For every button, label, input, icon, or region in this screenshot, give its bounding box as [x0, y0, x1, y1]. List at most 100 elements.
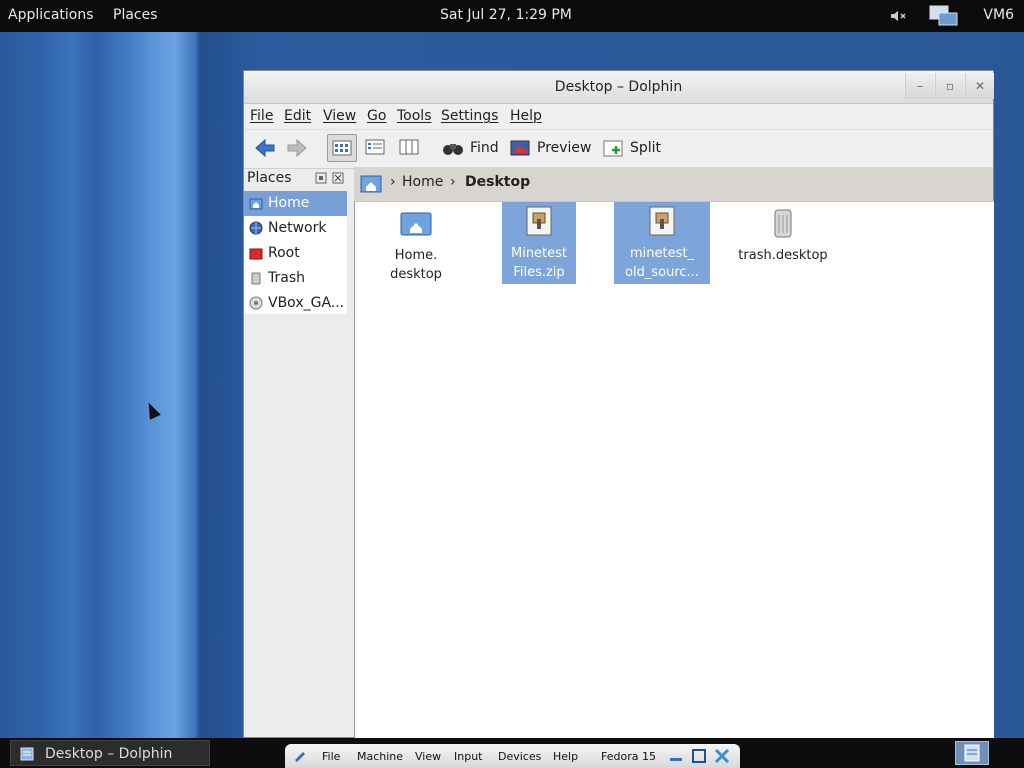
home-folder-icon [400, 212, 432, 236]
file-item[interactable]: minetest_ old_sourc... [614, 202, 710, 284]
applications-menu[interactable]: Applications [8, 7, 94, 23]
find-button[interactable]: Find [442, 134, 499, 162]
vbox-menu-input[interactable]: Input [454, 750, 482, 763]
vbox-menu-devices[interactable]: Devices [498, 750, 541, 763]
toolbar: Find Preview Split [244, 130, 993, 169]
volume-muted-icon[interactable] [888, 6, 908, 26]
places-title: Places [247, 170, 292, 186]
breadcrumb-current[interactable]: Desktop [465, 174, 530, 190]
file-name-line1: trash.desktop [738, 248, 828, 263]
pin-icon[interactable] [291, 748, 309, 764]
bottom-taskbar: Desktop – Dolphin File Machine View Inpu… [0, 738, 1024, 768]
restore-icon[interactable] [690, 748, 708, 764]
network-icon [249, 221, 263, 235]
vm-name[interactable]: VM6 [983, 7, 1014, 23]
trash-icon [774, 209, 792, 238]
archive-icon [526, 206, 552, 236]
minimize-button[interactable]: – [905, 73, 934, 99]
places-item-label: Network [268, 220, 327, 236]
archive-icon [649, 206, 675, 236]
preview-button[interactable]: Preview [509, 134, 592, 162]
details-view-button[interactable] [361, 134, 391, 162]
split-button[interactable]: Split [602, 134, 661, 162]
details-view-icon [365, 139, 385, 155]
breadcrumb-home-icon[interactable] [360, 173, 382, 193]
menu-view[interactable]: View [323, 108, 356, 124]
breadcrumb-home[interactable]: Home [402, 174, 443, 190]
menu-settings[interactable]: Settings [441, 108, 498, 124]
maximize-button[interactable]: ▫ [935, 73, 964, 99]
file-name-line1: minetest_ [630, 246, 694, 261]
vbox-menu-file[interactable]: File [322, 750, 340, 763]
split-label: Split [630, 140, 662, 156]
places-item-root[interactable]: Root [244, 241, 347, 266]
menu-go[interactable]: Go [367, 108, 386, 124]
menu-tools[interactable]: Tools [397, 108, 432, 124]
vbox-menu-machine[interactable]: Machine [357, 750, 403, 763]
window-titlebar[interactable]: Desktop – Dolphin – ▫ ✕ [244, 71, 994, 104]
dolphin-window: Desktop – Dolphin – ▫ ✕ File Edit View G… [243, 70, 994, 738]
menu-file[interactable]: File [250, 108, 273, 124]
disc-icon [249, 296, 263, 310]
mouse-cursor [143, 400, 161, 420]
split-view-icon [603, 140, 623, 157]
preview-icon [510, 140, 530, 156]
minimize-icon[interactable] [667, 748, 685, 764]
file-view[interactable]: Home. desktop Minetest Files.zip minetes… [354, 201, 994, 738]
file-name-line2: old_sourc... [625, 265, 699, 280]
vbox-vm-name: Fedora 15 [601, 750, 656, 763]
menu-help[interactable]: Help [510, 108, 542, 124]
show-desktop-button[interactable] [955, 741, 989, 765]
places-item-network[interactable]: Network [244, 216, 347, 241]
places-item-label: Home [268, 195, 310, 211]
icons-view-icon [332, 140, 352, 156]
window-title: Desktop – Dolphin [554, 79, 683, 95]
vbox-menu-help[interactable]: Help [553, 750, 578, 763]
menubar: File Edit View Go Tools Settings Help [244, 104, 993, 130]
window-list-icon [964, 744, 980, 762]
preview-label: Preview [537, 140, 592, 156]
icons-view-button[interactable] [327, 134, 357, 162]
columns-view-button[interactable] [395, 134, 425, 162]
file-item[interactable]: trash.desktop [735, 204, 831, 267]
places-panel: Places Home Network Root Trash VBox_GA..… [244, 167, 347, 737]
binoculars-icon [443, 144, 463, 155]
folder-red-icon [249, 248, 263, 260]
places-list: Home Network Root Trash VBox_GA... [244, 191, 347, 314]
virtualbox-minibar: File Machine View Input Devices Help Fed… [285, 744, 740, 768]
close-button[interactable]: ✕ [965, 73, 994, 99]
float-panel-icon[interactable] [315, 172, 327, 184]
places-item-home[interactable]: Home [244, 191, 347, 216]
trash-icon [251, 272, 261, 285]
places-item-label: Root [268, 245, 300, 261]
taskbar-item-label: Desktop – Dolphin [45, 746, 173, 762]
clock[interactable]: Sat Jul 27, 1:29 PM [440, 7, 572, 23]
menu-edit[interactable]: Edit [284, 108, 311, 124]
columns-view-icon [399, 139, 419, 155]
breadcrumb-separator: › [390, 174, 396, 190]
close-icon[interactable] [713, 748, 731, 764]
file-item[interactable]: Minetest Files.zip [502, 202, 576, 284]
vbox-menu-view[interactable]: View [415, 750, 441, 763]
window-icon [20, 747, 34, 761]
breadcrumb-separator: › [450, 174, 456, 190]
places-item-vbox[interactable]: VBox_GA... [244, 291, 347, 316]
places-menu[interactable]: Places [113, 7, 158, 23]
find-label: Find [470, 140, 499, 156]
places-header: Places [244, 167, 347, 189]
forward-arrow-icon[interactable] [282, 134, 312, 162]
taskbar-item-dolphin[interactable]: Desktop – Dolphin [10, 740, 210, 766]
file-name-line2: desktop [390, 267, 442, 282]
places-item-label: VBox_GA... [268, 295, 345, 311]
network-status-icon[interactable] [928, 4, 960, 28]
top-panel: Applications Places Sat Jul 27, 1:29 PM … [0, 0, 1024, 32]
back-arrow-icon[interactable] [250, 134, 280, 162]
close-panel-icon[interactable] [332, 172, 344, 184]
file-name-line1: Home. [394, 248, 438, 263]
places-item-trash[interactable]: Trash [244, 266, 347, 291]
file-name-line1: Minetest [510, 246, 568, 261]
places-item-label: Trash [268, 270, 305, 286]
breadcrumb: › Home › Desktop [354, 167, 993, 201]
file-item[interactable]: Home. desktop [368, 204, 464, 286]
home-icon [249, 198, 263, 210]
